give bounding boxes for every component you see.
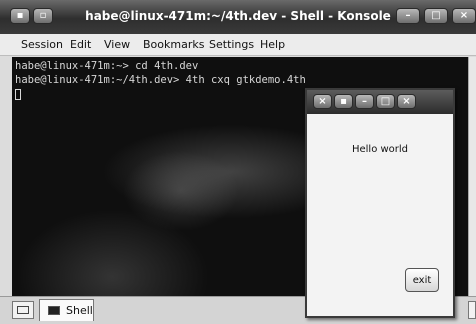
terminal-scrollbar[interactable]	[468, 57, 476, 296]
terminal-cursor	[15, 89, 21, 100]
maximize-icon[interactable]: □	[424, 8, 448, 24]
menu-settings[interactable]: Settings	[209, 38, 254, 51]
menubar: Session Edit View Bookmarks Settings Hel…	[0, 34, 476, 56]
new-tab-button[interactable]	[12, 301, 34, 319]
tab-shell[interactable]: Shell	[39, 299, 94, 321]
terminal-line: habe@linux-471m:~/4th.dev> 4th cxq gtkde…	[15, 74, 306, 86]
tab-corner-button[interactable]	[468, 301, 476, 319]
close-icon[interactable]: ×	[452, 8, 476, 24]
menu-bookmarks[interactable]: Bookmarks	[143, 38, 204, 51]
terminal-line: habe@linux-471m:~> cd 4th.dev	[15, 60, 199, 72]
exit-button[interactable]: exit	[405, 268, 439, 292]
menu-session[interactable]: Session	[21, 38, 63, 51]
menu-view[interactable]: View	[104, 38, 130, 51]
dialog-menu-icon[interactable]: ×	[313, 94, 332, 109]
tab-label: Shell	[66, 304, 93, 317]
dialog-maximize-icon[interactable]: □	[376, 94, 395, 109]
gtk-dialog-window: × ▪ – □ × Hello world exit	[305, 88, 455, 318]
menu-help[interactable]: Help	[260, 38, 285, 51]
minimize-icon[interactable]: –	[396, 8, 420, 24]
dialog-close-icon[interactable]: ×	[397, 94, 416, 109]
dialog-minimize-icon[interactable]: –	[355, 94, 374, 109]
hello-label: Hello world	[351, 144, 409, 155]
menu-edit[interactable]: Edit	[70, 38, 91, 51]
dialog-titlebar[interactable]: × ▪ – □ ×	[307, 90, 453, 114]
terminal-icon	[48, 306, 60, 315]
new-tab-icon	[17, 306, 29, 314]
dialog-pin-icon[interactable]: ▪	[334, 94, 353, 109]
window-titlebar[interactable]: ▪ ▫ habe@linux-471m:~/4th.dev - Shell - …	[0, 0, 476, 34]
